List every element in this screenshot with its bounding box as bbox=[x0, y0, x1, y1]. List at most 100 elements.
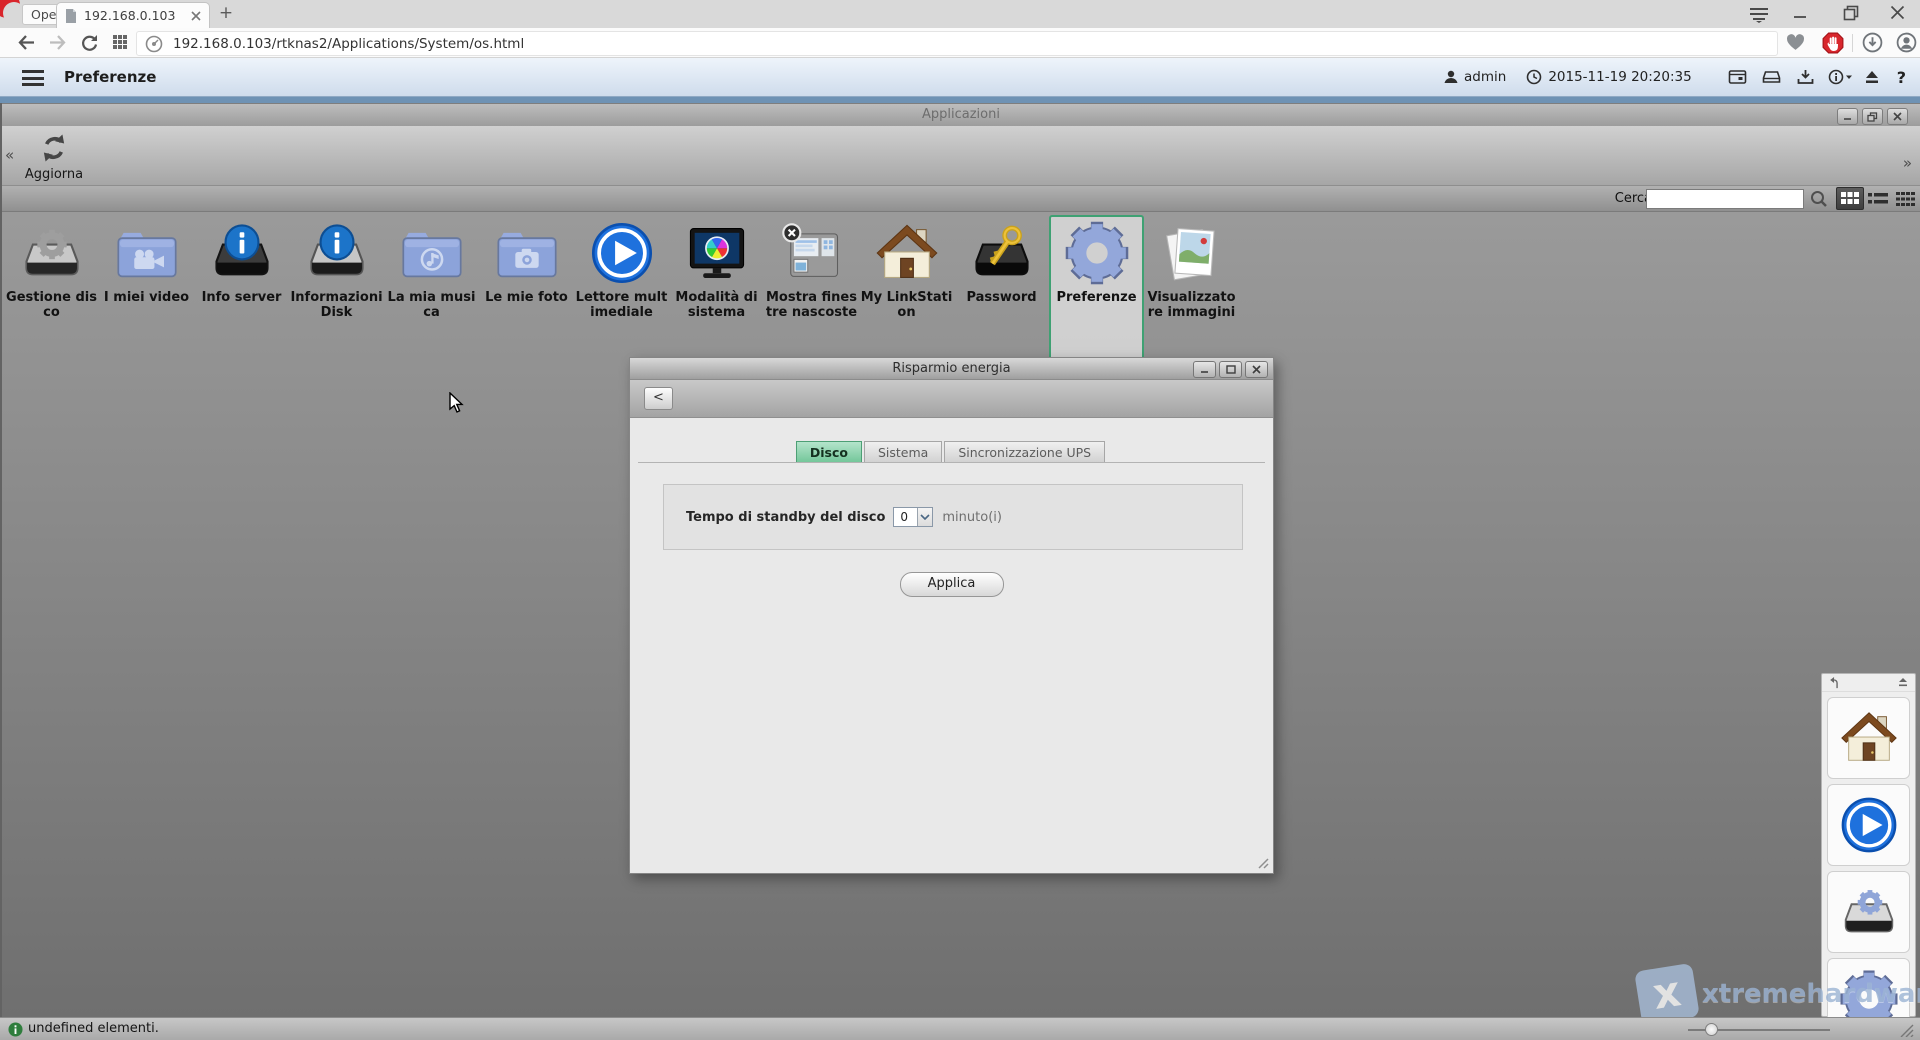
adblock-shield-icon[interactable] bbox=[1822, 32, 1844, 54]
home-icon bbox=[873, 219, 941, 287]
app-password[interactable]: Password bbox=[954, 215, 1049, 331]
view-details-button[interactable] bbox=[1892, 187, 1920, 210]
site-badge-icon[interactable] bbox=[145, 35, 163, 53]
app-grid: Gestione disco I miei video Info server … bbox=[4, 215, 1239, 361]
app-preferenze[interactable]: Preferenze bbox=[1049, 215, 1144, 361]
applications-titlebar[interactable]: Applicazioni bbox=[2, 103, 1920, 126]
applications-toolbar: « Aggiorna » bbox=[2, 126, 1920, 186]
app-modalita-di-sistema[interactable]: Modalità di sistema bbox=[669, 215, 764, 331]
dock-collapse-icon[interactable] bbox=[1897, 677, 1909, 689]
forward-icon[interactable] bbox=[48, 34, 68, 51]
nas-menu-icon[interactable] bbox=[22, 70, 44, 90]
open-windows-icon[interactable] bbox=[1728, 69, 1747, 85]
browser-tab[interactable]: 192.168.0.103 bbox=[56, 2, 210, 28]
app-informazioni-disk[interactable]: Informazioni Disk bbox=[289, 215, 384, 331]
monitor-color-icon bbox=[683, 219, 751, 287]
profile-icon[interactable] bbox=[1896, 32, 1917, 53]
search-input[interactable] bbox=[1646, 189, 1804, 209]
refresh-button[interactable]: Aggiorna bbox=[18, 128, 90, 182]
window-restore-icon[interactable] bbox=[1843, 5, 1859, 21]
apply-button[interactable]: Applica bbox=[900, 572, 1004, 597]
tab-disco[interactable]: Disco bbox=[796, 441, 862, 463]
tab-close-icon[interactable] bbox=[191, 11, 201, 21]
divider bbox=[1852, 34, 1853, 52]
browser-address-bar: 192.168.0.103/rtknas2/Applications/Syste… bbox=[0, 28, 1920, 58]
username[interactable]: admin bbox=[1464, 69, 1506, 85]
dialog-back-button[interactable]: < bbox=[644, 387, 673, 410]
dialog-close-icon[interactable] bbox=[1245, 361, 1268, 378]
reload-icon[interactable] bbox=[80, 33, 99, 52]
folder-photo-icon bbox=[493, 219, 561, 287]
standby-unit: minuto(i) bbox=[942, 510, 1002, 525]
clock-icon bbox=[1526, 69, 1542, 85]
speed-dial-grid-icon[interactable] bbox=[112, 34, 128, 50]
app-close-icon[interactable] bbox=[1887, 108, 1908, 125]
view-grid-button[interactable] bbox=[1836, 187, 1864, 210]
dialog-titlebar[interactable]: Risparmio energia bbox=[630, 358, 1273, 380]
app-my-linkstation[interactable]: My LinkStation bbox=[859, 215, 954, 331]
dialog-resize-grip[interactable] bbox=[1255, 855, 1269, 869]
app-i-miei-video[interactable]: I miei video bbox=[99, 215, 194, 331]
dock-media-player-button[interactable] bbox=[1827, 784, 1910, 866]
applications-window: Applicazioni « Aggiorna » Cerca Gestione… bbox=[0, 103, 1920, 1017]
risparmio-energia-dialog: Risparmio energia < Disco Sistema Sincro… bbox=[629, 357, 1274, 874]
tab-sistema[interactable]: Sistema bbox=[864, 441, 942, 463]
app-lettore-multimediale[interactable]: Lettore multimediale bbox=[574, 215, 669, 331]
window-minimize-icon[interactable] bbox=[1793, 5, 1807, 21]
app-restore-icon[interactable] bbox=[1862, 108, 1883, 125]
dialog-minimize-icon[interactable] bbox=[1193, 361, 1216, 378]
dock-home-button[interactable] bbox=[1827, 697, 1910, 779]
dock-header bbox=[1822, 674, 1915, 692]
standby-select[interactable]: 0 bbox=[893, 507, 933, 527]
back-icon[interactable] bbox=[16, 34, 36, 51]
drive-icon[interactable] bbox=[1762, 69, 1781, 85]
new-tab-button[interactable]: + bbox=[216, 3, 236, 23]
app-info-server[interactable]: Info server bbox=[194, 215, 289, 331]
photos-icon bbox=[1158, 219, 1226, 287]
collapse-left-chevron[interactable]: « bbox=[5, 146, 14, 164]
watermark-text: xtremehardware.com bbox=[1702, 979, 1920, 1009]
app-la-mia-musica[interactable]: La mia musica bbox=[384, 215, 479, 331]
tab-title: 192.168.0.103 bbox=[84, 8, 191, 23]
play-icon bbox=[588, 219, 656, 287]
info-disk-icon bbox=[303, 219, 371, 287]
eject-icon[interactable] bbox=[1864, 69, 1880, 85]
tab-sincronizzazione-ups[interactable]: Sincronizzazione UPS bbox=[944, 441, 1105, 463]
downloads-icon[interactable] bbox=[1862, 32, 1883, 53]
bookmark-heart-icon[interactable] bbox=[1786, 34, 1805, 51]
download-tray-icon[interactable] bbox=[1796, 69, 1815, 85]
info-dropdown-icon[interactable] bbox=[1828, 69, 1854, 85]
window-close-icon[interactable] bbox=[1890, 5, 1905, 21]
gear-icon bbox=[1063, 219, 1131, 287]
dock-disk-manager-button[interactable] bbox=[1827, 871, 1910, 953]
url-field[interactable]: 192.168.0.103/rtknas2/Applications/Syste… bbox=[136, 31, 1778, 56]
app-gestione-disco[interactable]: Gestione disco bbox=[4, 215, 99, 331]
app-visualizzatore-immagini[interactable]: Visualizzatore immagini bbox=[1144, 215, 1239, 331]
page-title: Preferenze bbox=[64, 68, 156, 86]
info-disk-dark-icon bbox=[208, 219, 276, 287]
app-le-mie-foto[interactable]: Le mie foto bbox=[479, 215, 574, 331]
dialog-toolbar: < bbox=[630, 380, 1273, 418]
dock-disk-gear-icon bbox=[1838, 881, 1900, 943]
dock-back-arrow-icon[interactable] bbox=[1828, 677, 1841, 689]
dialog-maximize-icon[interactable] bbox=[1219, 361, 1242, 378]
standby-label: Tempo di standby del disco bbox=[686, 510, 885, 525]
applications-title: Applicazioni bbox=[2, 104, 1920, 126]
status-bar: undefined elementi. bbox=[0, 1017, 1920, 1040]
browser-menu-icon[interactable] bbox=[1748, 6, 1770, 23]
search-icon[interactable] bbox=[1810, 190, 1828, 208]
url-text: 192.168.0.103/rtknas2/Applications/Syste… bbox=[173, 36, 524, 52]
view-list-button[interactable] bbox=[1864, 187, 1892, 210]
app-minimize-icon[interactable] bbox=[1837, 108, 1858, 125]
app-mostra-finestre-nascoste[interactable]: Mostra finestre nascoste bbox=[764, 215, 859, 331]
key-disk-icon bbox=[968, 219, 1036, 287]
expand-right-chevron[interactable]: » bbox=[1903, 154, 1912, 172]
dialog-title: Risparmio energia bbox=[630, 358, 1273, 379]
zoom-slider-handle[interactable] bbox=[1705, 1023, 1718, 1036]
quick-launch-dock bbox=[1821, 673, 1916, 1017]
browser-tab-bar: Opera 192.168.0.103 + bbox=[0, 0, 1920, 28]
chevron-down-icon bbox=[917, 508, 932, 526]
standby-value: 0 bbox=[894, 510, 917, 524]
help-button[interactable]: ? bbox=[1897, 68, 1906, 87]
statusbar-resize-grip[interactable] bbox=[1897, 1022, 1914, 1037]
